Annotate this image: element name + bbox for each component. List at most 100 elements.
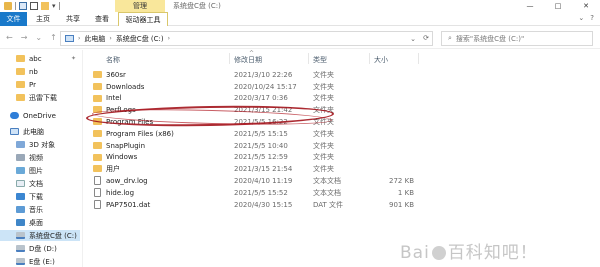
column-resize-handle[interactable] xyxy=(229,53,230,64)
table-row[interactable]: Downloads 2020/10/24 15:17 文件夹 xyxy=(84,81,514,93)
ribbon-tabs: 文件 主页 共享 查看 驱动器工具 ⌄ ? xyxy=(0,12,600,26)
breadcrumb-c-drive[interactable]: 系统盘C盘 (C:) xyxy=(116,34,164,44)
column-type[interactable]: 类型 xyxy=(313,55,327,65)
sidebar-item-this-pc[interactable]: 此电脑 xyxy=(0,126,80,137)
sidebar-item-thunder-downloads[interactable]: 迅雷下载 xyxy=(0,92,80,103)
file-name: Intel xyxy=(106,94,122,103)
document-icon xyxy=(16,180,25,187)
sidebar-item-d-drive[interactable]: D盘 (D:) xyxy=(0,243,80,254)
search-placeholder: 搜索"系统盘C盘 (C:)" xyxy=(455,34,525,43)
file-type: 文件夹 xyxy=(313,165,334,174)
column-name[interactable]: 名称 xyxy=(106,55,120,65)
file-type: DAT 文件 xyxy=(313,200,344,209)
sidebar-item-label: 音乐 xyxy=(29,205,43,214)
folder-icon xyxy=(93,130,102,137)
sidebar-item-label: 3D 对象 xyxy=(29,140,56,149)
new-folder-icon[interactable] xyxy=(41,2,49,10)
file-name: 360sr xyxy=(106,70,126,79)
tab-drive-tools[interactable]: 驱动器工具 xyxy=(118,12,168,26)
search-box[interactable]: ⌕ 搜索"系统盘C盘 (C:)" xyxy=(441,31,593,46)
sidebar-item-documents[interactable]: 文档 xyxy=(0,178,80,189)
sidebar-item-label: D盘 (D:) xyxy=(29,244,57,253)
file-name: hide.log xyxy=(106,188,135,197)
sidebar-item-downloads[interactable]: 下载 xyxy=(0,191,80,202)
file-name: aow_drv.log xyxy=(106,177,148,186)
sidebar-item-label: 图片 xyxy=(29,166,43,175)
file-type: 文件夹 xyxy=(313,129,334,138)
refresh-icon[interactable]: ⟳ xyxy=(423,34,429,42)
music-icon xyxy=(16,206,25,213)
navigation-buttons: ← → ⌄ ↑ xyxy=(6,33,57,42)
file-size: 272 KB xyxy=(389,177,414,186)
search-icon: ⌕ xyxy=(448,34,452,42)
column-date[interactable]: 修改日期 xyxy=(234,55,262,65)
tab-share[interactable]: 共享 xyxy=(62,12,84,26)
pane-divider[interactable] xyxy=(82,50,83,267)
sidebar-item-pictures[interactable]: 图片 xyxy=(0,165,80,176)
address-bar[interactable]: › 此电脑 › 系统盘C盘 (C:) › ⌄ ⟳ xyxy=(60,31,433,46)
sidebar-item-label: 下载 xyxy=(29,192,43,201)
table-row[interactable]: Program Files (x86) 2021/5/5 15:15 文件夹 xyxy=(84,128,514,140)
sidebar-item-label: Pr xyxy=(29,80,36,89)
recent-dropdown-icon[interactable]: ⌄ xyxy=(35,33,42,42)
sidebar-item-e-drive[interactable]: E盘 (E:) xyxy=(0,256,80,267)
column-resize-handle[interactable] xyxy=(369,53,370,64)
column-header: ^ 名称 修改日期 类型 大小 xyxy=(84,50,514,66)
breadcrumb-this-pc[interactable]: 此电脑 xyxy=(84,34,105,44)
sidebar-item-nb[interactable]: nb xyxy=(0,66,80,77)
forward-arrow-icon[interactable]: → xyxy=(21,33,28,42)
pin-icon: ✦ xyxy=(70,55,76,62)
minimize-button[interactable]: — xyxy=(516,0,544,12)
sidebar-item-c-drive[interactable]: 系统盘C盘 (C:) xyxy=(0,230,80,241)
sidebar-item-3d-objects[interactable]: 3D 对象 xyxy=(0,139,80,150)
sidebar-item-music[interactable]: 音乐 xyxy=(0,204,80,215)
table-row[interactable]: Intel 2020/3/17 0:36 文件夹 xyxy=(84,93,514,105)
table-row[interactable]: hide.log 2021/5/5 15:52 文本文档 1 KB xyxy=(84,187,514,199)
folder-icon xyxy=(4,2,12,10)
table-row[interactable]: aow_drv.log 2020/4/10 11:19 文本文档 272 KB xyxy=(84,175,514,187)
folder-icon xyxy=(16,55,25,62)
tab-view[interactable]: 查看 xyxy=(91,12,113,26)
maximize-button[interactable]: □ xyxy=(544,0,572,12)
sidebar-item-label: 文档 xyxy=(29,179,43,188)
sidebar-item-label: nb xyxy=(29,67,38,76)
new-file-icon[interactable] xyxy=(30,2,38,10)
column-resize-handle[interactable] xyxy=(418,53,419,64)
sidebar-item-pr[interactable]: Pr xyxy=(0,79,80,90)
table-row[interactable]: 360sr 2021/3/10 22:26 文件夹 xyxy=(84,69,514,81)
file-date: 2021/5/5 15:15 xyxy=(234,129,288,138)
sidebar-item-desktop[interactable]: 桌面 xyxy=(0,217,80,228)
folder-icon xyxy=(93,82,102,90)
customize-arrow-icon[interactable]: ▾ xyxy=(52,2,56,10)
tab-home[interactable]: 主页 xyxy=(32,12,54,26)
breadcrumb-separator: › xyxy=(78,35,81,42)
file-type: 文件夹 xyxy=(313,82,334,91)
address-bar-row: ← → ⌄ ↑ › 此电脑 › 系统盘C盘 (C:) › ⌄ ⟳ ⌕ 搜索"系统… xyxy=(0,27,600,49)
sidebar-item-label: E盘 (E:) xyxy=(29,257,55,266)
help-icon[interactable]: ? xyxy=(590,14,594,22)
manage-context-tab[interactable]: 管理 xyxy=(115,0,165,12)
file-name: PAP7501.dat xyxy=(106,200,151,209)
table-row[interactable]: 用户 2021/3/15 21:54 文件夹 xyxy=(84,163,514,175)
breadcrumb-separator: › xyxy=(167,35,171,42)
sidebar-item-videos[interactable]: 视频 xyxy=(0,152,80,163)
expand-ribbon-icon[interactable]: ⌄ xyxy=(578,14,584,22)
properties-icon[interactable] xyxy=(19,2,27,10)
title-bar: ▾ 管理 系统盘C盘 (C:) — □ ✕ xyxy=(0,0,600,12)
back-arrow-icon[interactable]: ← xyxy=(6,33,13,42)
sidebar-item-abc[interactable]: abc ✦ xyxy=(0,53,80,64)
table-row[interactable]: PAP7501.dat 2020/4/30 15:15 DAT 文件 901 K… xyxy=(84,199,514,211)
paw-logo-icon xyxy=(431,246,446,260)
up-arrow-icon[interactable]: ↑ xyxy=(50,33,57,42)
table-row[interactable]: Windows 2021/5/5 12:59 文件夹 xyxy=(84,152,514,164)
file-date: 2020/10/24 15:17 xyxy=(234,82,297,91)
drive-icon xyxy=(16,245,25,252)
column-resize-handle[interactable] xyxy=(308,53,309,64)
sidebar-item-onedrive[interactable]: OneDrive xyxy=(0,110,80,121)
file-name: Windows xyxy=(106,153,138,162)
tab-file[interactable]: 文件 xyxy=(0,12,27,26)
column-size[interactable]: 大小 xyxy=(374,55,388,65)
address-dropdown-icon[interactable]: ⌄ xyxy=(410,35,416,43)
table-row[interactable]: SnapPlugin 2021/5/5 10:40 文件夹 xyxy=(84,140,514,152)
close-button[interactable]: ✕ xyxy=(572,0,600,12)
